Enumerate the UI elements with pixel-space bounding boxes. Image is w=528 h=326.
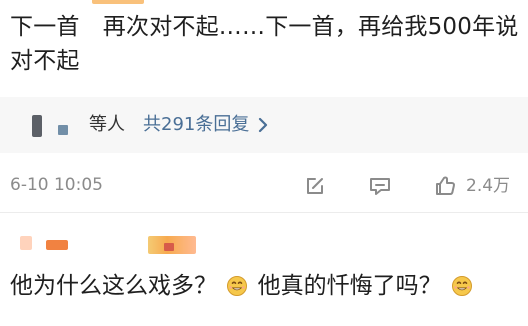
comment-text: 下一首 再次对不起……下一首，再给我500年说对不起 — [10, 14, 519, 74]
thumbs-up-icon — [432, 173, 458, 199]
smile-emoji-icon — [226, 273, 248, 296]
comment-meta-row: 6-10 10:05 2.4万 — [0, 160, 528, 210]
reply-preview-label: 等人 — [89, 114, 125, 135]
next-comment-text: 他为什么这么戏多？ 他真的忏悔了吗？ — [10, 269, 525, 303]
blurred-username-2 — [46, 240, 68, 250]
like-count: 2.4万 — [466, 176, 511, 196]
comment-separator — [0, 212, 528, 213]
smile-emoji-icon — [451, 273, 473, 296]
blurred-avatar — [32, 115, 42, 137]
blurred-username — [20, 236, 32, 250]
comment-icon[interactable] — [366, 172, 394, 200]
comment-timestamp: 6-10 10:05 — [10, 175, 103, 195]
edit-icon[interactable] — [301, 172, 329, 200]
like-button[interactable]: 2.4万 — [432, 172, 510, 200]
blurred-badge — [148, 236, 196, 254]
replies-link[interactable]: 共291条回复 — [143, 113, 271, 137]
next-comment-part1: 他为什么这么戏多？ — [10, 273, 217, 299]
next-comment-part2: 他真的忏悔了吗？ — [257, 273, 442, 299]
replies-count-label: 共291条回复 — [143, 114, 250, 135]
weibo-comment-screen: 下一首 再次对不起……下一首，再给我500年说对不起 等人 共291条回复 6-… — [0, 0, 528, 326]
blurred-header-hint — [92, 0, 144, 4]
chevron-right-icon — [255, 116, 271, 134]
blurred-avatar-small — [58, 125, 68, 135]
reply-preview-card[interactable]: 等人 共291条回复 — [0, 97, 528, 153]
